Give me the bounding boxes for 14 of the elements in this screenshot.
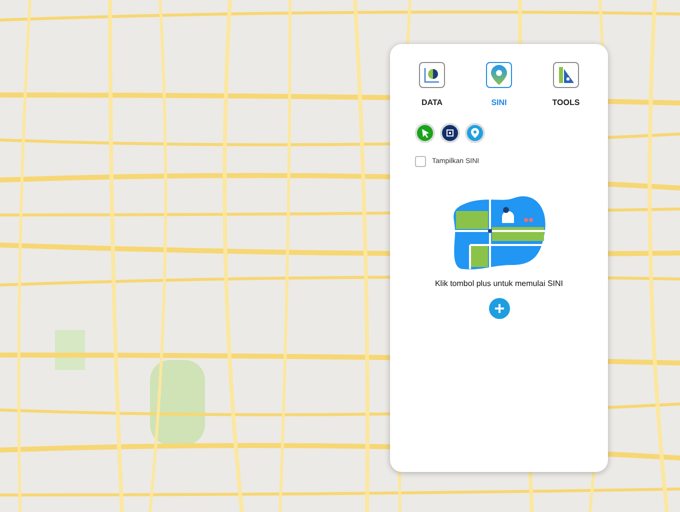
tool-button[interactable] (440, 123, 460, 143)
tab[interactable]: SINI (474, 62, 524, 107)
chip-icon (445, 128, 455, 138)
tab[interactable]: DATA (407, 62, 457, 107)
tab[interactable]: TOOLS (541, 62, 591, 107)
ruler-triangle-icon (557, 66, 575, 84)
plus-icon (494, 303, 504, 314)
pin-icon (470, 128, 480, 138)
checkbox[interactable] (415, 156, 426, 167)
add-button[interactable] (488, 298, 510, 319)
empty-state-message: Klik tombol plus untuk memulai SINI (434, 279, 564, 288)
pie-chart-icon (423, 66, 441, 84)
map-pin-icon (491, 65, 507, 85)
cursor-icon (420, 128, 430, 138)
